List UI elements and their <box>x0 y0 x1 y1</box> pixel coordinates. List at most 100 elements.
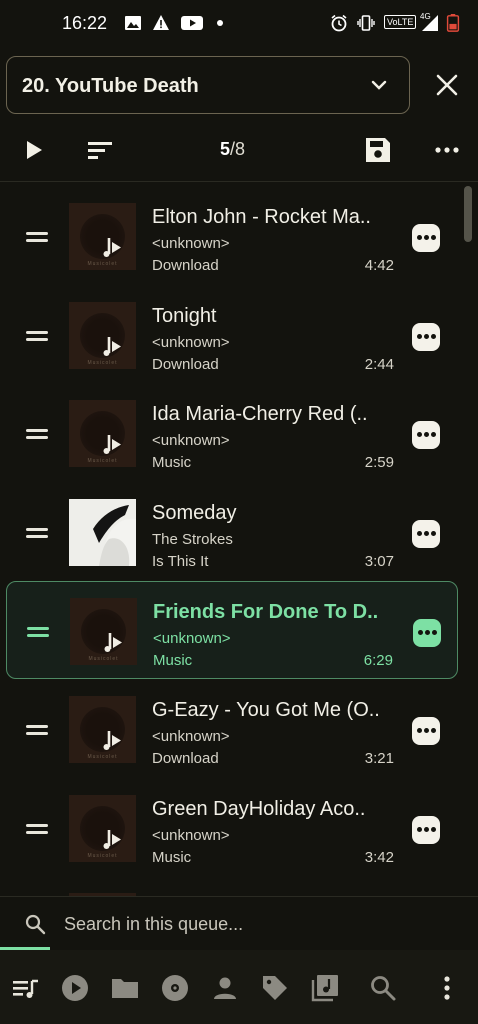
close-icon[interactable] <box>432 70 462 100</box>
player-icon[interactable] <box>61 974 89 1002</box>
queue-search-bar[interactable]: Search in this queue... <box>0 896 478 950</box>
tag-icon[interactable] <box>261 974 289 1002</box>
track-artist: <unknown> <box>152 235 230 252</box>
status-time: 16:22 <box>62 13 108 33</box>
track-album: Music <box>152 848 192 866</box>
thumb-label: Musicolet <box>87 261 118 267</box>
track-duration: 4:42 <box>364 257 394 274</box>
disc-art <box>80 805 125 851</box>
queue-row[interactable]: Musicolet Green DayHoliday Aco.. <unknown>… <box>6 779 458 877</box>
chevron-down-icon <box>371 80 387 90</box>
track-title: Friends For Done To D.. <box>153 601 379 624</box>
youtube-icon <box>181 16 203 30</box>
thumb-label: Musicolet <box>87 852 118 859</box>
music-note-icon <box>103 829 121 849</box>
track-more-button[interactable] <box>412 224 440 252</box>
track-artist: <unknown> <box>152 333 230 351</box>
album-cover-image <box>69 498 136 566</box>
queue-toolbar: 5/8 <box>0 122 478 178</box>
drag-handle-icon[interactable] <box>26 823 48 834</box>
sort-icon[interactable] <box>86 136 114 164</box>
drag-handle-icon[interactable] <box>26 527 48 538</box>
queue-total: /8 <box>230 139 246 159</box>
track-duration: 2:59 <box>364 454 394 472</box>
music-note-icon <box>103 336 121 356</box>
music-note-icon <box>103 238 121 257</box>
track-title: Ida Maria-Cherry Red (.. <box>152 403 368 426</box>
play-icon[interactable] <box>20 136 48 164</box>
track-artist: <unknown> <box>152 728 230 745</box>
queue-row-current[interactable]: Musicolet Friends For Done To D.. <unknown… <box>6 581 458 680</box>
track-duration: 6:29 <box>363 652 393 670</box>
disc-art <box>80 411 125 457</box>
track-album: Music <box>152 454 192 472</box>
battery-icon <box>446 14 460 32</box>
album-icon[interactable] <box>161 974 189 1002</box>
track-album: Download <box>152 355 219 373</box>
track-thumbnail: Musicolet <box>69 400 136 468</box>
more-vert-icon[interactable] <box>433 974 461 1002</box>
queue-position: 5/8 <box>220 139 245 160</box>
thumb-label: Musicolet <box>88 656 119 663</box>
disc-art <box>80 214 125 259</box>
queue-row[interactable]: Musicolet Ida Maria-Cherry Red (.. <unknow… <box>6 384 458 482</box>
track-title: Tonight <box>152 304 217 327</box>
folder-icon[interactable] <box>111 974 139 1002</box>
alarm-icon <box>331 14 347 32</box>
drag-handle-icon[interactable] <box>26 232 48 242</box>
status-bar: 16:22 VoLTE 4G <box>0 0 478 48</box>
track-title: Green DayHoliday Aco.. <box>152 797 366 820</box>
thumb-label: Musicolet <box>87 359 118 366</box>
vibrate-icon <box>357 15 375 31</box>
track-album: Is This It <box>152 552 209 570</box>
track-title: G-Eazy - You Got Me (O.. <box>152 699 380 721</box>
signal-icon <box>422 15 438 31</box>
track-more-button[interactable] <box>412 322 440 351</box>
image-icon <box>125 16 141 30</box>
track-more-button[interactable] <box>412 421 440 450</box>
track-artist: <unknown> <box>152 432 230 450</box>
drag-handle-icon[interactable] <box>27 627 49 638</box>
search-placeholder[interactable]: Search in this queue... <box>64 914 243 935</box>
track-thumbnail: Musicolet <box>70 598 137 666</box>
save-icon[interactable] <box>364 136 392 164</box>
queue-row[interactable]: Musicolet Tonight <unknown> Download 2:44 <box>6 286 458 384</box>
music-note-icon <box>103 435 121 455</box>
track-artist: The Strokes <box>152 530 233 548</box>
music-note-icon <box>103 731 121 750</box>
drag-handle-icon[interactable] <box>26 725 48 735</box>
queue-row[interactable]: Someday The Strokes Is This It 3:07 <box>6 483 458 581</box>
track-thumbnail <box>69 498 136 566</box>
track-more-button[interactable] <box>412 717 440 745</box>
queue-icon[interactable] <box>12 974 40 1002</box>
track-album: Music <box>153 652 193 670</box>
track-artist: <unknown> <box>153 630 231 648</box>
more-horiz-icon[interactable] <box>433 136 461 164</box>
search-nav-icon[interactable] <box>369 974 397 1002</box>
track-more-button[interactable] <box>413 619 441 648</box>
artist-icon[interactable] <box>211 974 239 1002</box>
drag-handle-icon[interactable] <box>26 330 48 341</box>
queue-list[interactable]: Musicolet Elton John - Rocket Ma.. <unknow… <box>0 186 478 896</box>
volte-badge: VoLTE <box>384 15 417 29</box>
drag-handle-icon[interactable] <box>26 429 48 440</box>
disc-art <box>80 707 125 752</box>
track-more-button[interactable] <box>412 815 440 844</box>
track-thumbnail: Musicolet <box>69 301 136 369</box>
track-title: Someday <box>152 501 237 524</box>
track-album: Download <box>152 257 219 274</box>
scrollbar-thumb[interactable] <box>464 186 472 242</box>
track-more-button[interactable] <box>412 519 440 548</box>
disc-art <box>80 312 125 358</box>
track-artist: <unknown> <box>152 826 230 844</box>
queue-row[interactable]: Musicolet G-Eazy - You Got Me (O.. <unknow… <box>6 680 458 778</box>
track-album: Download <box>152 750 219 767</box>
track-duration: 2:44 <box>364 355 394 373</box>
track-thumbnail: Musicolet <box>69 696 136 763</box>
queue-selector[interactable]: 20. YouTube Death <box>6 56 410 114</box>
queue-row[interactable]: Musicolet Elton John - Rocket Ma.. <unknow… <box>6 187 458 285</box>
bottom-nav <box>0 950 478 1024</box>
dot-icon <box>217 20 223 26</box>
playlist-icon[interactable] <box>311 974 339 1002</box>
queue-title: 20. YouTube Death <box>22 75 199 97</box>
